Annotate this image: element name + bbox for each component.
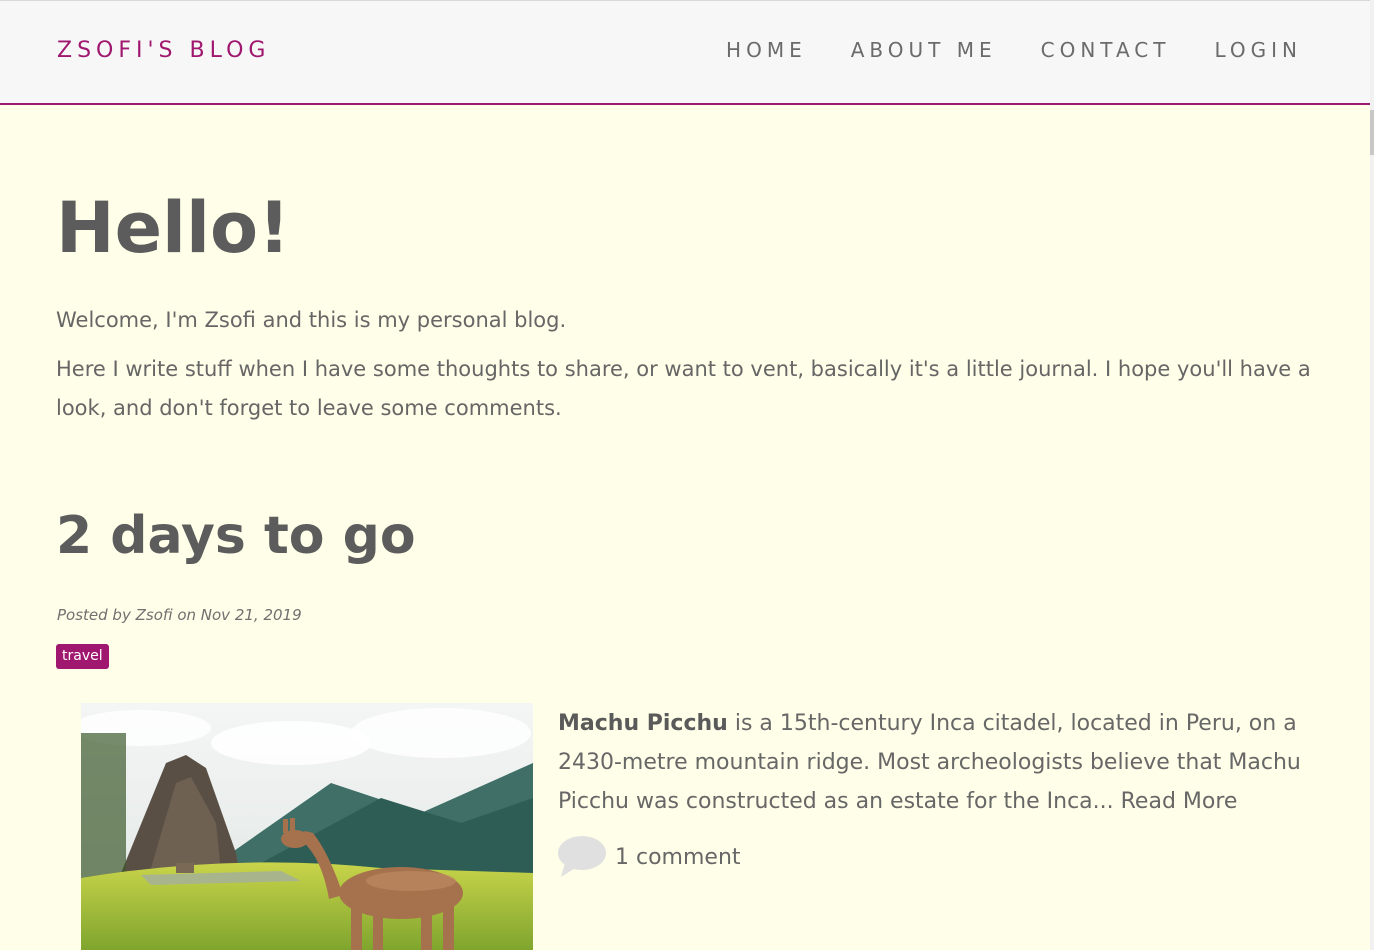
nav-link-home[interactable]: HOME bbox=[726, 38, 807, 62]
scrollbar-thumb[interactable] bbox=[1370, 110, 1374, 155]
machu-picchu-llama-illustration bbox=[81, 703, 533, 950]
nav-link-contact[interactable]: CONTACT bbox=[1041, 38, 1171, 62]
page-title: Hello! bbox=[56, 187, 291, 269]
tag-badge[interactable]: travel bbox=[56, 644, 109, 669]
intro-description: Here I write stuff when I have some thou… bbox=[56, 357, 1311, 420]
post-thumbnail-image[interactable] bbox=[81, 703, 533, 950]
post-title[interactable]: 2 days to go bbox=[56, 504, 416, 568]
scrollbar[interactable] bbox=[1370, 0, 1374, 950]
intro-welcome: Welcome, I'm Zsofi and this is my person… bbox=[56, 308, 567, 332]
excerpt-bold-term: Machu Picchu bbox=[558, 711, 728, 736]
comment-count[interactable]: 1 comment bbox=[615, 845, 741, 870]
read-more-link[interactable]: Read More bbox=[1121, 789, 1238, 814]
nav-links: HOME ABOUT ME CONTACT LOGIN bbox=[726, 38, 1302, 62]
speech-bubble-icon bbox=[558, 836, 606, 877]
post-meta: Posted by Zsofi on Nov 21, 2019 bbox=[57, 606, 302, 624]
brand-link[interactable]: ZSOFI'S BLOG bbox=[57, 38, 270, 63]
navbar: ZSOFI'S BLOG HOME ABOUT ME CONTACT LOGIN bbox=[0, 0, 1370, 105]
blog-page: ZSOFI'S BLOG HOME ABOUT ME CONTACT LOGIN… bbox=[0, 0, 1374, 950]
comments-link[interactable]: 1 comment bbox=[557, 835, 741, 879]
nav-link-login[interactable]: LOGIN bbox=[1214, 38, 1302, 62]
nav-link-about-me[interactable]: ABOUT ME bbox=[851, 38, 997, 62]
post-excerpt: Machu Picchu is a 15th-century Inca cita… bbox=[558, 704, 1318, 821]
